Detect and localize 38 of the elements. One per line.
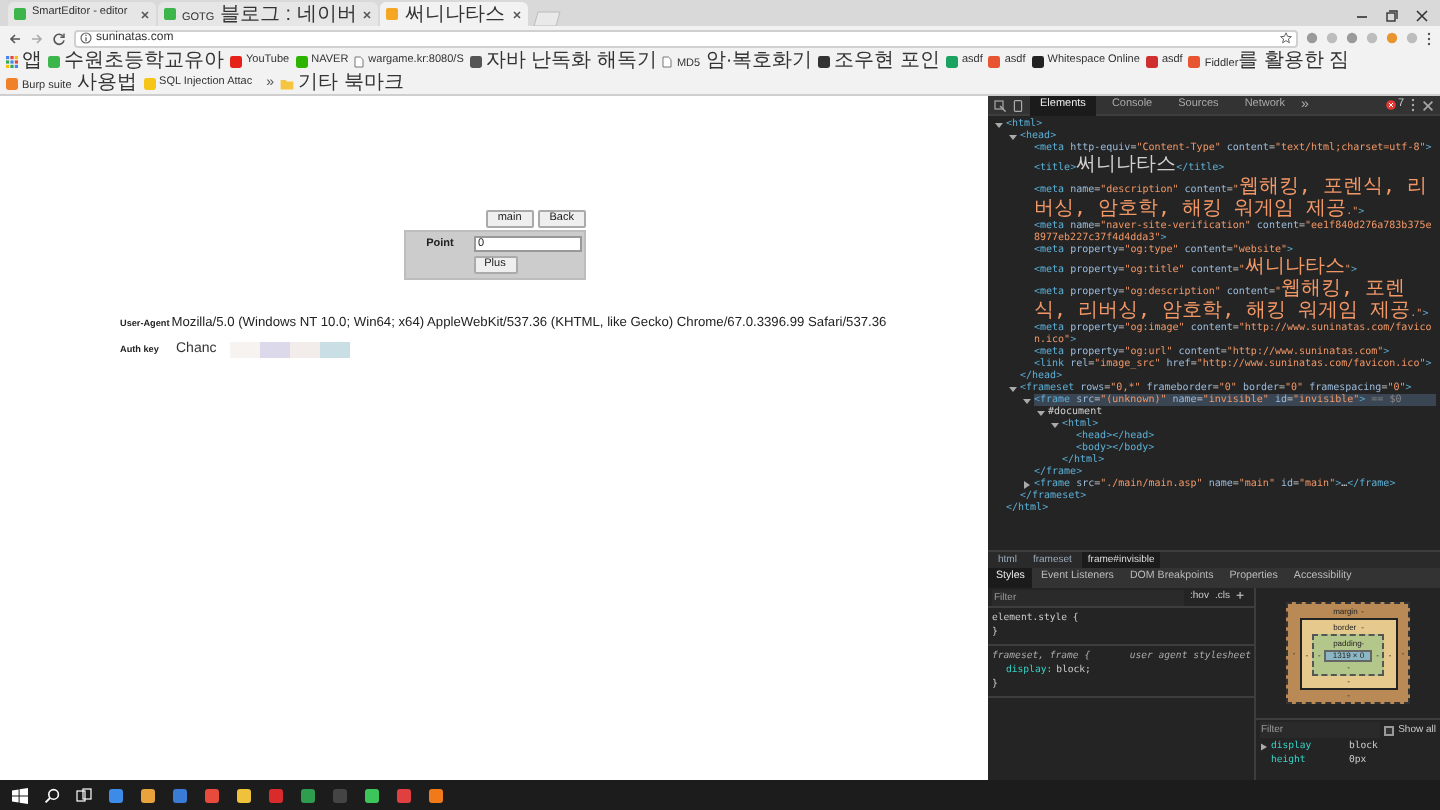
search-icon[interactable] bbox=[44, 787, 60, 803]
star-icon[interactable] bbox=[1280, 32, 1292, 44]
collapse-arrow-icon[interactable] bbox=[1008, 130, 1018, 142]
folder-icon bbox=[280, 77, 295, 89]
close-icon[interactable] bbox=[140, 9, 150, 19]
close-icon[interactable] bbox=[362, 9, 373, 19]
browser-tab[interactable]: 써니나타스 bbox=[380, 2, 529, 26]
collapse-arrow-icon[interactable] bbox=[994, 118, 1004, 130]
menu-icon[interactable] bbox=[1410, 98, 1416, 112]
collapse-arrow-icon[interactable] bbox=[1022, 394, 1032, 406]
apps-grid-icon bbox=[6, 55, 18, 67]
collapse-arrow-icon[interactable] bbox=[1008, 382, 1018, 394]
device-icon[interactable] bbox=[1012, 99, 1024, 111]
minimize-icon[interactable] bbox=[1356, 10, 1368, 22]
restore-icon[interactable] bbox=[1386, 10, 1398, 22]
bookmark[interactable]: 자바 난독화 해독기 bbox=[469, 50, 657, 72]
bookmark[interactable]: 수원초등학교유아 bbox=[48, 50, 224, 72]
close-icon[interactable] bbox=[1416, 10, 1428, 22]
collapse-arrow-icon[interactable] bbox=[1050, 418, 1060, 430]
reload-icon[interactable] bbox=[52, 31, 66, 45]
close-icon[interactable] bbox=[512, 9, 523, 19]
windows-logo-icon[interactable] bbox=[12, 787, 28, 803]
bookmark[interactable]: 앱 bbox=[6, 50, 42, 72]
expand-arrow-icon[interactable] bbox=[1022, 478, 1032, 490]
info-icon bbox=[80, 32, 92, 44]
page-icon bbox=[354, 55, 365, 67]
expand-arrow-icon[interactable] bbox=[1260, 742, 1269, 752]
error-icon bbox=[1385, 100, 1396, 110]
inspect-icon[interactable] bbox=[994, 99, 1006, 111]
collapse-arrow-icon[interactable] bbox=[1036, 406, 1046, 418]
bookmark-folder[interactable]: 기타 북마크 bbox=[280, 72, 404, 94]
close-icon[interactable] bbox=[1422, 99, 1434, 111]
menu-icon[interactable] bbox=[1426, 31, 1432, 45]
back-icon[interactable] bbox=[8, 31, 22, 45]
bookmark[interactable]: 조우현 포인 bbox=[818, 50, 940, 72]
task-view-icon[interactable] bbox=[76, 787, 92, 803]
page-icon bbox=[662, 55, 673, 67]
checkbox[interactable] bbox=[1384, 725, 1395, 735]
